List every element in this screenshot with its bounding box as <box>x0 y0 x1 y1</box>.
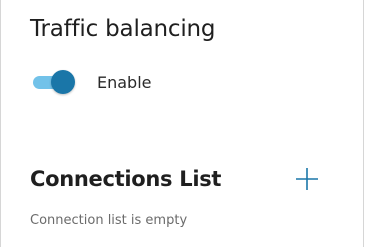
enable-toggle-row: Enable <box>33 69 152 95</box>
enable-toggle[interactable] <box>33 70 75 94</box>
add-connection-button[interactable] <box>294 166 320 192</box>
enable-toggle-label: Enable <box>97 72 152 92</box>
traffic-balancing-panel: Traffic balancing Enable Connections Lis… <box>0 0 364 247</box>
panel-title: Traffic balancing <box>30 16 216 42</box>
plus-icon <box>296 168 318 190</box>
connections-list-title: Connections List <box>30 167 222 191</box>
empty-connections-message: Connection list is empty <box>30 213 188 228</box>
toggle-thumb <box>51 70 75 94</box>
